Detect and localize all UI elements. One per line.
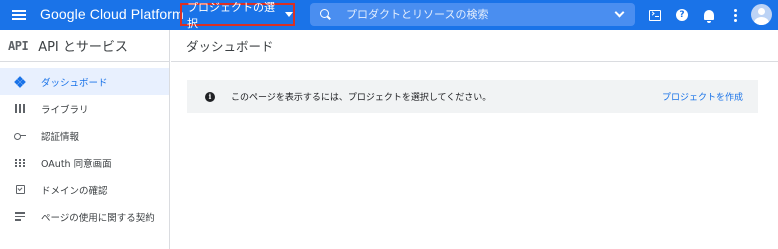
sidebar-item-label: ライブラリ bbox=[41, 104, 89, 116]
notifications-icon[interactable] bbox=[700, 6, 718, 24]
main-header: ダッシュボード bbox=[171, 30, 778, 62]
terms-icon bbox=[13, 210, 27, 224]
chevron-down-icon[interactable] bbox=[614, 7, 625, 18]
project-select-button[interactable]: プロジェクトの選択 bbox=[180, 1, 295, 30]
sidebar-item-label: 認証情報 bbox=[41, 131, 80, 143]
sidebar-item-label: ページの使用に関する契約 bbox=[41, 212, 155, 224]
project-select-label: プロジェクトの選択 bbox=[187, 0, 275, 30]
notice-text: このページを表示するには、プロジェクトを選択してください。 bbox=[231, 93, 492, 103]
brand-title[interactable]: Google Cloud Platform bbox=[40, 6, 184, 22]
caret-down-icon bbox=[285, 12, 293, 17]
oauth-icon bbox=[13, 156, 27, 170]
sidebar-item-credentials[interactable]: 認証情報 bbox=[0, 122, 169, 149]
sidebar-item-dashboard[interactable]: ダッシュボード bbox=[0, 68, 169, 95]
sidebar-item-library[interactable]: ライブラリ bbox=[0, 95, 169, 122]
dashboard-icon bbox=[13, 75, 27, 89]
more-vert-icon[interactable] bbox=[726, 6, 744, 24]
sidebar-item-page-usage-agreements[interactable]: ページの使用に関する契約 bbox=[0, 203, 169, 230]
sidebar-header: API API とサービス bbox=[0, 30, 169, 62]
create-project-link[interactable]: プロジェクトを作成 bbox=[662, 90, 743, 103]
search-bar[interactable] bbox=[310, 3, 635, 26]
sidebar-item-label: ダッシュボード bbox=[41, 77, 108, 89]
cloud-shell-icon[interactable] bbox=[646, 6, 664, 24]
search-input[interactable] bbox=[346, 8, 596, 21]
key-icon bbox=[13, 129, 27, 143]
sidebar-title: API とサービス bbox=[38, 40, 128, 55]
page-title: ダッシュボード bbox=[186, 39, 274, 54]
main-content: ダッシュボード i このページを表示するには、プロジェクトを選択してください。 … bbox=[171, 30, 778, 249]
sidebar-item-label: ドメインの確認 bbox=[41, 185, 108, 197]
domain-check-icon bbox=[13, 183, 27, 197]
api-logo: API bbox=[8, 38, 29, 53]
search-icon bbox=[320, 8, 332, 21]
sidebar-item-domain-verification[interactable]: ドメインの確認 bbox=[0, 176, 169, 203]
sidebar-item-label: OAuth 同意画面 bbox=[41, 158, 112, 170]
sidebar-item-oauth-consent[interactable]: OAuth 同意画面 bbox=[0, 149, 169, 176]
sidebar-nav: ダッシュボード ライブラリ 認証情報 OAuth 同意画面 ドメインの確認 ペー… bbox=[0, 68, 169, 230]
sidebar: API API とサービス ダッシュボード ライブラリ 認証情報 OAuth 同… bbox=[0, 30, 170, 249]
top-app-bar: Google Cloud Platform プロジェクトの選択 ? bbox=[0, 0, 778, 30]
info-icon: i bbox=[205, 91, 215, 102]
select-project-notice: i このページを表示するには、プロジェクトを選択してください。 プロジェクトを作… bbox=[187, 80, 758, 113]
menu-icon[interactable] bbox=[10, 6, 28, 24]
help-icon[interactable]: ? bbox=[673, 6, 691, 24]
library-icon bbox=[13, 102, 27, 116]
account-avatar[interactable] bbox=[751, 4, 772, 25]
